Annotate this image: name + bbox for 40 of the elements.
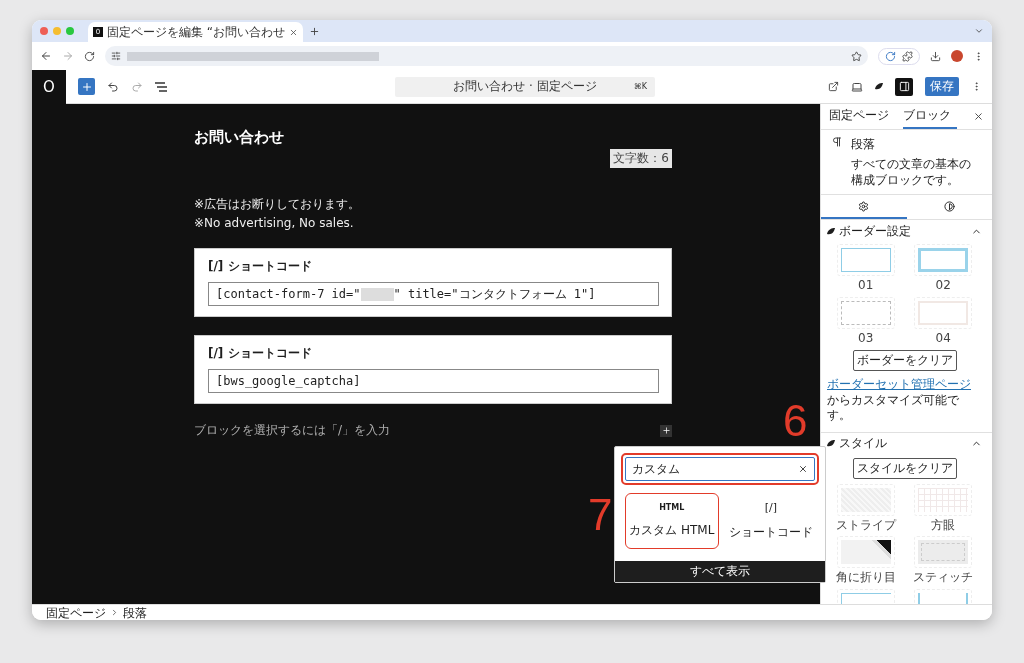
shortcode-field[interactable]: [contact-form-7 id=" " title="コンタクトフォーム 1"]: [208, 282, 659, 306]
save-button[interactable]: 保存: [925, 77, 959, 96]
shortcut-label: ⌘K: [633, 82, 647, 91]
step-number: 6: [783, 399, 808, 443]
block-label: [/] ショートコード: [208, 345, 313, 362]
preset-label: 02: [935, 278, 951, 293]
step-number: 7: [588, 493, 613, 537]
page-title: お問い合わせ: [194, 128, 285, 147]
block-description: すべての文章の基本の構成ブロックです。: [851, 157, 972, 189]
sidebar-tab[interactable]: 固定ページ: [829, 104, 895, 129]
block-label: [/] ショートコード: [208, 258, 313, 275]
shortcode-field[interactable]: [bws_google_captcha]: [208, 369, 659, 393]
paragraph: ※No advertising, No sales.: [194, 216, 355, 230]
panel-header[interactable]: スタイル: [827, 432, 982, 455]
preset-label: ストライプ: [835, 517, 896, 533]
breadcrumb[interactable]: 段落: [123, 606, 147, 619]
panel-note: ボーダーセット管理ページ からカスタマイズ可能です。: [827, 376, 972, 424]
block-icon: [/]: [764, 501, 777, 514]
block-result[interactable]: HTML カスタム HTML: [625, 493, 719, 549]
char-count: 文字数：6: [610, 149, 672, 168]
block-icon: HTML: [659, 503, 685, 512]
browse-all-button[interactable]: すべて表示: [615, 561, 825, 582]
preset-label: 角に折り目: [835, 570, 896, 585]
preset-label: 方眼: [931, 517, 956, 533]
clear-button[interactable]: ボーダーをクリア: [852, 349, 957, 371]
command-bar[interactable]: お問い合わせ · 固定ページ ⌘K: [395, 76, 655, 97]
clear-button[interactable]: スタイルをクリア: [852, 457, 957, 479]
preset-label: 01: [858, 278, 874, 293]
preset-label: 03: [858, 330, 874, 345]
block-name: 段落: [851, 136, 876, 153]
panel-header[interactable]: ボーダー設定: [827, 220, 982, 243]
manage-link[interactable]: ボーダーセット管理ページ: [827, 376, 971, 391]
preset-label: スティッチ: [913, 570, 974, 585]
paragraph-input[interactable]: ブロックを選択するには「/」を入力: [194, 422, 391, 439]
paragraph: ※広告はお断りしております。: [194, 196, 362, 213]
breadcrumb[interactable]: 固定ページ: [46, 606, 106, 619]
search-field[interactable]: カスタム: [625, 457, 815, 481]
sidebar-tab[interactable]: ブロック: [903, 104, 957, 129]
preset-label: 04: [935, 330, 951, 345]
site-logo[interactable]: O: [32, 69, 66, 104]
